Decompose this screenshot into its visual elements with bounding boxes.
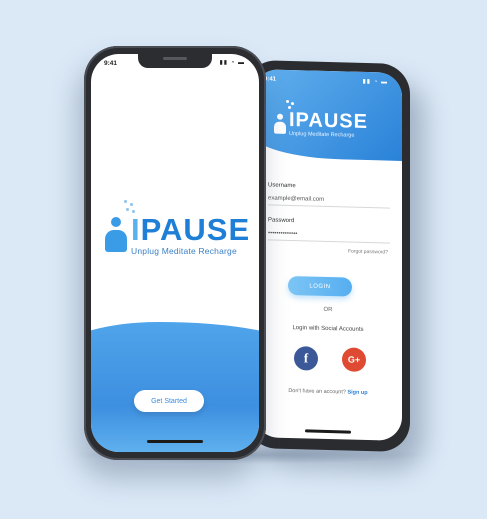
home-indicator [147, 440, 203, 443]
brand-name-i: I [131, 212, 141, 247]
brand-name: IPAUSE [289, 108, 368, 134]
bottom-wave-decoration [91, 322, 259, 452]
facebook-login-button[interactable]: f [294, 346, 318, 371]
meditating-person-icon [274, 113, 286, 133]
status-icons: ▮▮ ◔ ▬ [219, 60, 245, 66]
signup-prompt-text: Don't have an account? [288, 387, 346, 396]
facebook-icon: f [303, 350, 309, 366]
login-logo: IPAUSE Unplug Meditate Recharge [274, 108, 368, 139]
login-screen: 9:41 ▮▮ ◔ ▬ IPAUSE Unplug Meditate Recha… [254, 69, 402, 441]
username-label: Username [268, 182, 296, 190]
google-plus-login-button[interactable]: G+ [342, 347, 366, 372]
phone-splash-mockup: 9:41 ▮▮ ◔ ▬ IPAUSE Unplug Meditate Recha… [84, 46, 266, 460]
home-indicator [305, 429, 351, 434]
google-plus-icon: G+ [347, 354, 361, 365]
meditating-person-icon [105, 217, 127, 253]
phone-notch [138, 54, 212, 68]
password-label: Password [268, 217, 295, 225]
splash-screen: 9:41 ▮▮ ◔ ▬ IPAUSE Unplug Meditate Recha… [91, 54, 259, 452]
signup-prompt: Don't have an account? Sign up [254, 387, 402, 397]
username-field[interactable]: example@email.com [268, 195, 390, 209]
status-icons: ▮▮ ◔ ▬ [362, 78, 388, 86]
signup-link[interactable]: Sign up [347, 390, 367, 397]
brand-tagline: Unplug Meditate Recharge [131, 246, 237, 256]
forgot-password-link[interactable]: Forgot password? [348, 249, 388, 256]
login-button[interactable]: LOGIN [288, 275, 352, 297]
status-time: 9:41 [104, 60, 118, 67]
social-login-title: Login with Social Accounts [292, 325, 364, 333]
brand-name-rest: PAUSE [140, 212, 251, 247]
brand-name: IPAUSE [131, 214, 250, 245]
or-divider: OR [323, 306, 333, 314]
phone-login-mockup: 9:41 ▮▮ ◔ ▬ IPAUSE Unplug Meditate Recha… [246, 59, 410, 453]
password-field[interactable]: •••••••••••••• [268, 230, 390, 244]
splash-logo: IPAUSE Unplug Meditate Recharge [105, 214, 250, 256]
get-started-button[interactable]: Get Started [134, 390, 204, 412]
